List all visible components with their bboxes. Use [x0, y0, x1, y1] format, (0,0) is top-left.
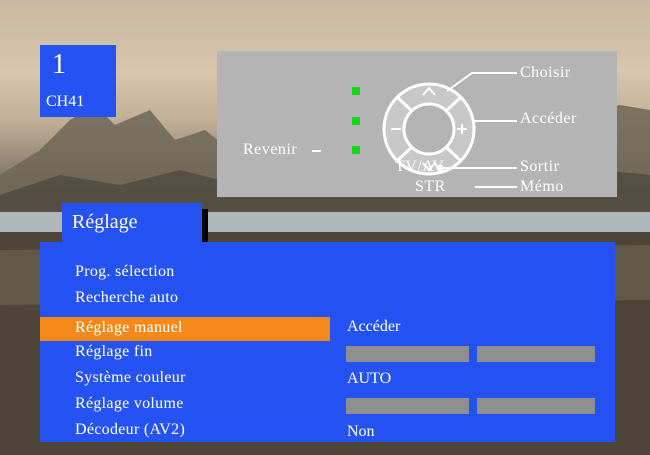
menu-item-prog-selection[interactable]: Prog. sélection: [40, 261, 330, 285]
fine-tuning-bar-right: [477, 346, 595, 362]
fine-tuning-bar-left: [346, 346, 469, 362]
page-title: Réglage: [72, 211, 138, 233]
str-label: STR: [415, 178, 446, 195]
manual-tuning-value: Accéder: [347, 318, 401, 335]
volume-bar-left: [346, 398, 469, 414]
menu-item-volume-adjust[interactable]: Réglage volume: [40, 393, 330, 417]
memo-label: Mémo: [520, 178, 564, 195]
exit-label: Sortir: [520, 158, 560, 175]
menu-item-auto-search[interactable]: Recherche auto: [40, 287, 330, 311]
access-label: Accéder: [520, 110, 577, 127]
menu-item-fine-tuning[interactable]: Réglage fin: [40, 341, 330, 365]
channel-name: CH41: [46, 93, 85, 110]
menu-item-label: Réglage manuel: [75, 319, 183, 336]
remote-help-panel: Choisir Accéder Revenir TV/AV Sortir STR…: [217, 51, 617, 197]
menu-item-decoder-av2[interactable]: Décodeur (AV2): [40, 419, 330, 443]
tvav-label: TV/AV: [395, 158, 445, 175]
volume-bar-right: [477, 398, 595, 414]
channel-indicator: 1 CH41: [40, 45, 116, 117]
menu-title-box: Réglage: [62, 203, 202, 243]
menu-item-label: Réglage volume: [75, 395, 184, 412]
settings-menu: Prog. sélection Recherche auto Réglage m…: [40, 242, 615, 442]
decoder-value: Non: [347, 423, 375, 440]
menu-item-label: Décodeur (AV2): [75, 421, 186, 438]
menu-item-label: Réglage fin: [75, 343, 153, 360]
menu-item-label: Recherche auto: [75, 289, 179, 306]
menu-item-color-system[interactable]: Système couleur: [40, 367, 330, 391]
choose-label: Choisir: [520, 64, 571, 81]
menu-item-manual-tuning[interactable]: Réglage manuel: [40, 317, 330, 341]
color-system-value: AUTO: [347, 370, 392, 387]
channel-number: 1: [52, 49, 66, 80]
menu-item-label: Système couleur: [75, 369, 186, 386]
menu-item-label: Prog. sélection: [75, 263, 175, 280]
back-label: Revenir: [243, 141, 298, 158]
